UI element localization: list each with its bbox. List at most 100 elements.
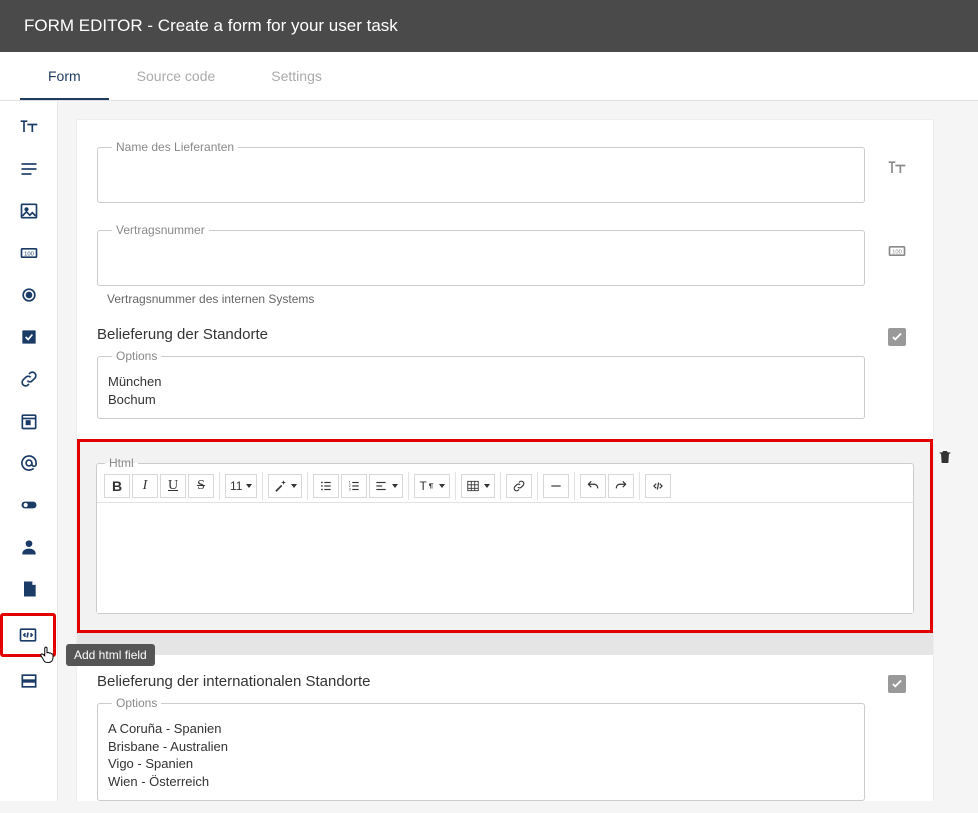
tb-link[interactable] [506,474,532,498]
html-toolbar: B I U S 11 [97,470,913,503]
form-canvas: Name des Lieferanten Vertragsnummer Vert… [76,119,934,801]
tb-underline[interactable]: U [160,474,186,498]
sidebar-tooltip: Add html field [66,644,155,666]
supplier-name-fieldset: Name des Lieferanten [97,140,865,203]
minus-icon [549,479,563,493]
page-header: FORM EDITOR - Create a form for your use… [0,0,978,52]
content-area: Name des Lieferanten Vertragsnummer Vert… [58,101,978,801]
magic-wand-icon [273,479,287,493]
checkbox-filled-icon [888,675,906,693]
intl-locations-options-fieldset: Options A Coruña - Spanien Brisbane - Au… [97,696,865,801]
sidebar-item-number[interactable]: 100 [7,235,51,271]
at-icon [19,453,39,473]
tab-settings-label: Settings [271,68,322,84]
field-supplier-name: Name des Lieferanten [97,140,913,203]
html-editor-body[interactable] [97,503,913,613]
tab-source-code-label: Source code [137,68,216,84]
checkbox-icon [19,327,39,347]
contract-number-input[interactable] [108,247,854,275]
field-html: Html B I U S 11 [77,439,933,633]
tabs-bar: Form Source code Settings [0,52,978,101]
tb-hr[interactable] [543,474,569,498]
contract-number-helper: Vertragsnummer des internen Systems [107,292,865,306]
sidebar-item-text[interactable] [7,151,51,187]
tb-paragraph-label: T [419,479,426,493]
tb-ul[interactable] [313,474,339,498]
contract-number-type-icon[interactable]: 100 [881,223,913,261]
sidebar-item-toggle[interactable] [7,487,51,523]
intl-locations-option: A Coruña - Spanien [108,720,854,738]
html-label: Html [105,456,138,470]
note-icon [19,579,39,599]
tab-form-label: Form [48,68,81,84]
svg-text:100: 100 [892,250,902,256]
locations-option: Bochum [108,391,854,409]
supplier-name-label: Name des Lieferanten [112,140,238,154]
supplier-name-input[interactable] [108,164,854,192]
locations-options-list[interactable]: München Bochum [108,373,854,408]
locations-type-icon[interactable] [881,326,913,346]
intl-locations-option: Wien - Österreich [108,773,854,791]
link-chain-icon [512,479,526,493]
sidebar-item-title[interactable] [7,109,51,145]
ordered-list-icon: 123 [347,479,361,493]
sidebar-item-note[interactable] [7,571,51,607]
link-icon [19,369,39,389]
html-code-icon [18,625,38,645]
table-icon [466,479,480,493]
locations-options-label: Options [112,349,161,363]
radio-icon [19,285,39,305]
html-fieldset: Html B I U S 11 [96,456,914,614]
tb-undo[interactable] [580,474,606,498]
svg-text:100: 100 [24,252,34,258]
sidebar-item-radio[interactable] [7,277,51,313]
toggle-icon [19,495,39,515]
tb-paragraph[interactable]: T [414,474,449,498]
locations-title: Belieferung der Standorte [97,326,268,343]
tb-table[interactable] [461,474,495,498]
tb-ol[interactable]: 123 [341,474,367,498]
tb-italic[interactable]: I [132,474,158,498]
tb-magic[interactable] [268,474,302,498]
html-delete-button[interactable] [937,449,953,470]
page-title: FORM EDITOR - Create a form for your use… [24,16,398,35]
tb-redo[interactable] [608,474,634,498]
intl-locations-option: Vigo - Spanien [108,755,854,773]
sidebar-item-image[interactable] [7,193,51,229]
field-locations: Belieferung der Standorte Options Münche… [97,326,913,419]
paragraph-pilcrow-icon [427,482,435,490]
sidebar-item-email[interactable] [7,445,51,481]
sidebar-item-link[interactable] [7,361,51,397]
intl-locations-options-label: Options [112,696,161,710]
intl-locations-type-icon[interactable] [881,673,913,693]
code-icon [651,479,665,493]
intl-locations-title: Belieferung der internationalen Standort… [97,673,371,690]
field-html-wrapper: Html B I U S 11 [97,439,913,633]
intl-locations-options-list[interactable]: A Coruña - Spanien Brisbane - Australien… [108,720,854,790]
sidebar: 100 [0,101,58,801]
sidebar-item-layout[interactable] [7,663,51,699]
locations-option: München [108,373,854,391]
field-intl-locations: Belieferung der internationalen Standort… [97,673,913,801]
number-icon: 100 [19,243,39,263]
unordered-list-icon [319,479,333,493]
sidebar-item-checkbox[interactable] [7,319,51,355]
sidebar-item-date[interactable] [7,403,51,439]
sidebar-item-user[interactable] [7,529,51,565]
field-contract-number: Vertragsnummer Vertragsnummer des intern… [97,223,913,306]
tab-source-code[interactable]: Source code [109,52,244,100]
title-icon [887,158,907,178]
drop-separator [77,633,933,655]
svg-text:3: 3 [349,488,351,492]
tb-code-view[interactable] [645,474,671,498]
tab-settings[interactable]: Settings [243,52,350,100]
sidebar-item-html[interactable] [0,613,56,657]
tb-font-size[interactable]: 11 [225,474,257,498]
layout-icon [19,671,39,691]
tb-strike[interactable]: S [188,474,214,498]
tab-form[interactable]: Form [20,52,109,100]
tb-bold[interactable]: B [104,474,130,498]
supplier-name-type-icon[interactable] [881,140,913,178]
tb-align[interactable] [369,474,403,498]
number-icon: 100 [887,241,907,261]
